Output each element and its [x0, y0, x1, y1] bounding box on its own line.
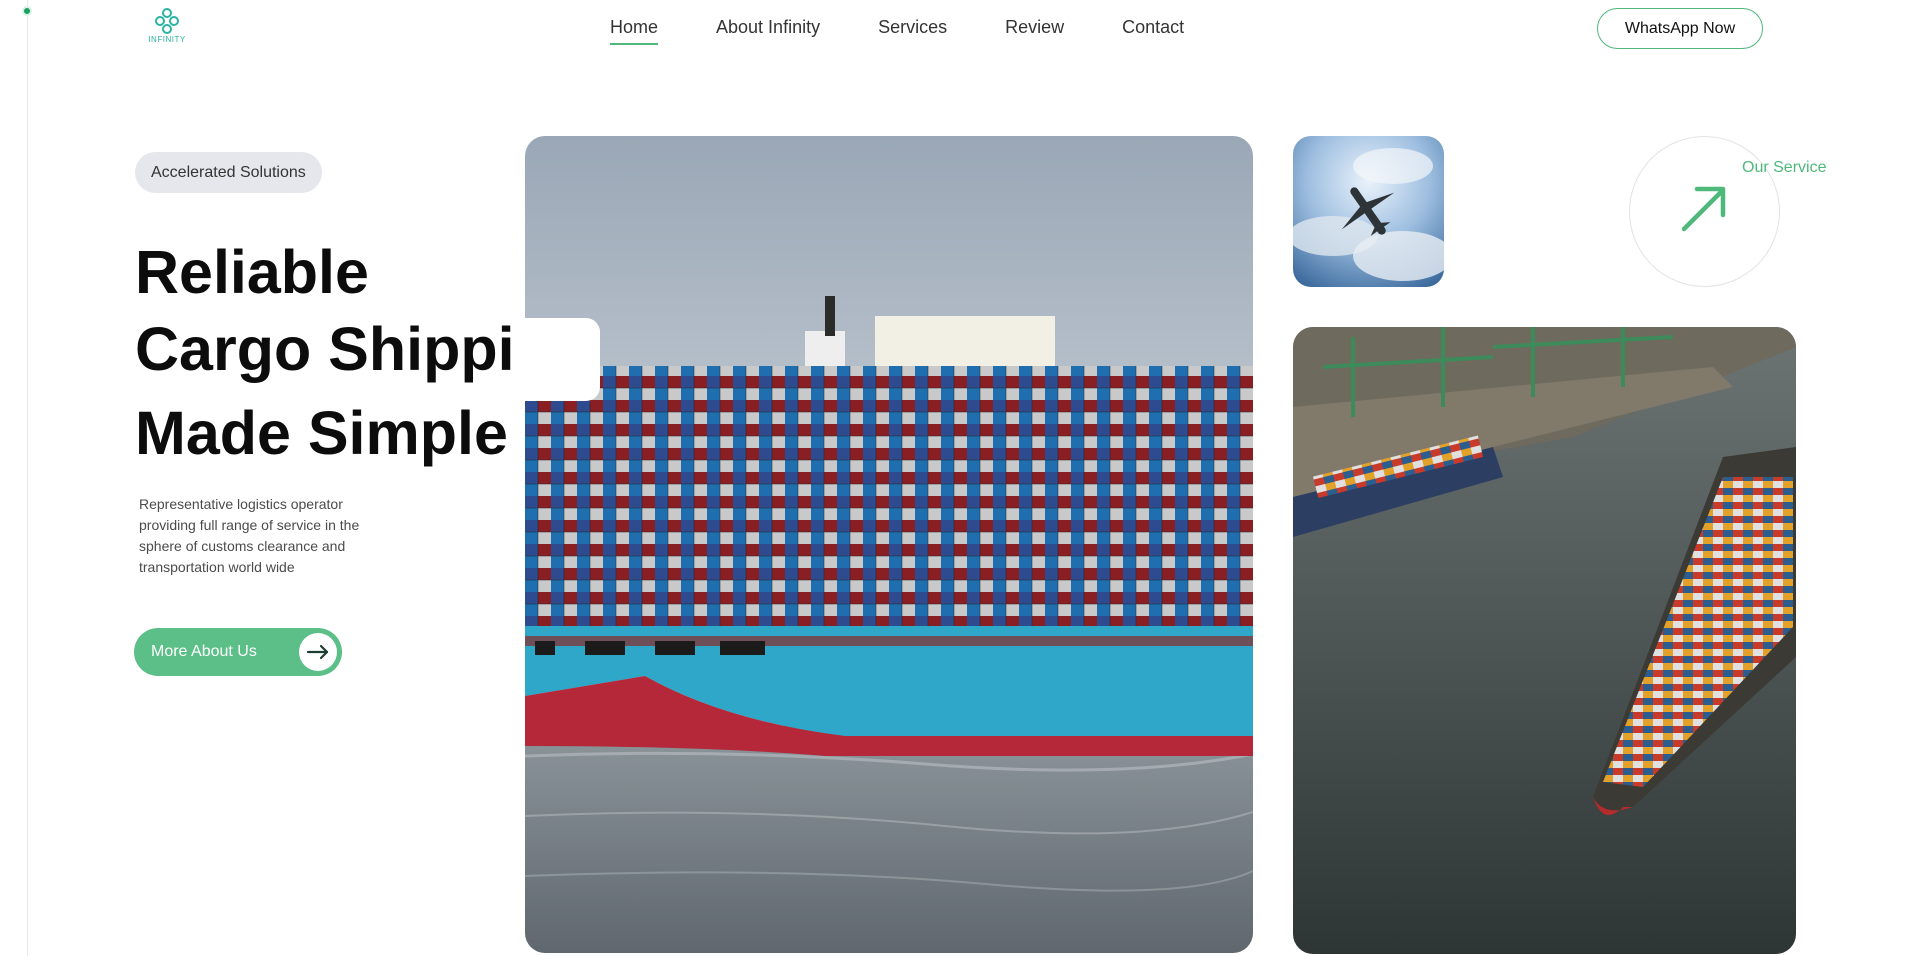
container-ship-photo [525, 136, 1253, 953]
nav-review[interactable]: Review [1005, 17, 1064, 45]
status-dot [22, 6, 32, 16]
hero-title-line-3: Made Simple [135, 399, 508, 467]
arrow-right-icon [299, 633, 337, 671]
hero-badge: Accelerated Solutions [135, 152, 322, 193]
whatsapp-button[interactable]: WhatsApp Now [1597, 8, 1763, 49]
hero-description: Representative logistics operator provid… [139, 496, 360, 575]
brand-logo[interactable]: INFINITY [147, 8, 187, 48]
hero-title-line-1: Reliable [135, 238, 369, 306]
port-aerial-photo [1293, 327, 1796, 954]
left-rail-line [27, 0, 28, 956]
more-about-us-button[interactable]: More About Us [134, 628, 342, 676]
brand-name: INFINITY [148, 35, 186, 44]
nav-contact[interactable]: Contact [1122, 17, 1184, 45]
main-nav: Home About Infinity Services Review Cont… [610, 17, 1184, 45]
more-about-us-label: More About Us [151, 643, 257, 660]
airplane-sky-photo [1293, 136, 1444, 287]
nav-about-infinity[interactable]: About Infinity [716, 17, 820, 45]
title-overlap-patch [514, 318, 600, 401]
our-service-label[interactable]: Our Service [1742, 159, 1826, 177]
nav-home[interactable]: Home [610, 17, 659, 45]
nav-services[interactable]: Services [878, 17, 947, 45]
infinity-knot-logo-icon [155, 8, 179, 34]
